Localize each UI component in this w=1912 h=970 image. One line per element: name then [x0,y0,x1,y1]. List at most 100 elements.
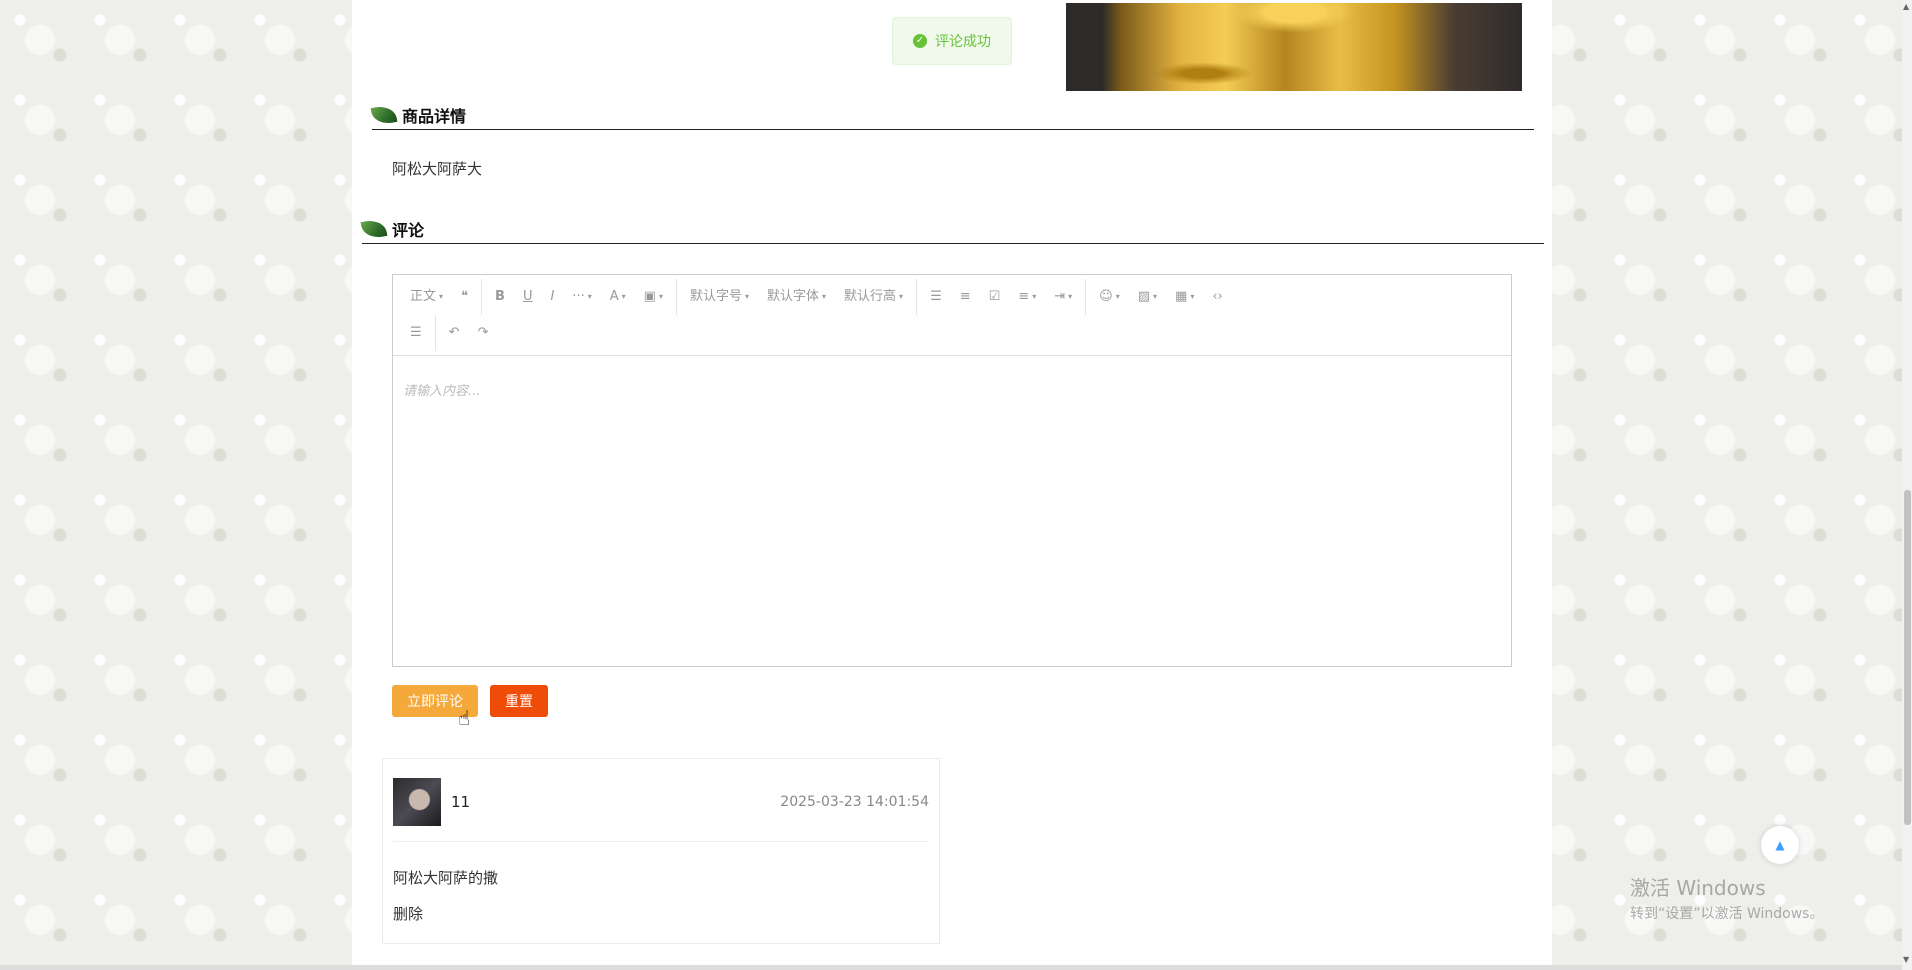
bullet-list-icon: ☰ [930,289,942,304]
bottom-edge [0,965,1902,970]
editor-placeholder: 请输入内容... [403,384,481,399]
undo-icon: ↶ [448,325,460,340]
line-height-select-label: 默认行高 [844,289,897,304]
caret-down-icon: ▾ [1153,292,1158,301]
line-height-select[interactable]: 默认行高 ▾ [835,283,912,311]
editor-content-area[interactable]: 请输入内容... [393,356,1511,666]
avatar [393,778,441,826]
check-circle-icon: ✓ [913,34,927,48]
toolbar-separator [1085,279,1087,315]
comment-header: 11 2025-03-23 14:01:54 [393,777,929,842]
code-icon: ‹› [1212,289,1223,304]
caret-down-icon: ▾ [822,292,827,301]
indent-button[interactable]: ⇥ ▾ [1045,283,1081,311]
comment-section-title: 评论 [392,220,425,240]
divider-icon: ☰ [410,325,422,340]
caret-down-icon: ▾ [1190,292,1195,301]
caret-down-icon: ▾ [621,292,626,301]
font-family-select-label: 默认字体 [767,289,820,304]
indent-icon: ⇥ [1054,289,1066,304]
back-to-top-button[interactable]: ▲ [1761,826,1799,864]
product-page: ✓ 评论成功 商品详情 阿松大阿萨大 评论 正文 ▾ ❝ B U I ··· ▾ A ▾ ▣ ▾ 默认字… [352,0,1552,970]
redo-button[interactable]: ↷ [469,319,498,347]
caret-down-icon: ▾ [744,292,749,301]
italic-button[interactable]: I [541,283,563,311]
numbered-list-icon: ≡ [959,289,971,304]
undo-button[interactable]: ↶ [440,319,469,347]
hand-cursor-icon: ☝ [458,706,471,730]
toolbar-separator [434,315,436,351]
watermark-title: 激活 Windows [1630,876,1766,900]
caret-down-icon: ▾ [1032,292,1037,301]
detail-section-title: 商品详情 [402,106,467,126]
arrow-up-icon: ▲ [1775,838,1785,852]
success-toast: ✓ 评论成功 [892,17,1012,65]
caret-down-icon: ▾ [899,292,904,301]
bg-color-icon: ▣ [643,289,656,304]
divider-button[interactable]: ☰ [401,319,431,347]
toolbar-row-1: 正文 ▾ ❝ B U I ··· ▾ A ▾ ▣ ▾ 默认字号 ▾ 默认字体 ▾ 默认行高 ▾ ☰ ≡ ☑ ≡ ▾ ⇥ ▾ ☺ ▾ ▨… [401,279,1503,315]
blockquote-icon: ❝ [461,289,469,304]
scroll-down-arrow-icon[interactable]: ▼ [1903,955,1909,964]
font-family-select[interactable]: 默认字体 ▾ [758,283,835,311]
font-color-icon: A [609,289,619,304]
editor-toolbar: 正文 ▾ ❝ B U I ··· ▾ A ▾ ▣ ▾ 默认字号 ▾ 默认字体 ▾ 默认行高 ▾ ☰ ≡ ☑ ≡ ▾ ⇥ ▾ ☺ ▾ ▨… [393,275,1511,356]
toolbar-separator [481,279,483,315]
underline-button[interactable]: U [514,283,542,311]
paragraph-select-label: 正文 [410,289,437,304]
todo-icon: ☑ [988,289,1001,304]
product-image [1066,3,1522,91]
image-button[interactable]: ▨ ▾ [1129,283,1166,311]
blockquote-button[interactable]: ❝ [452,283,477,311]
reset-button[interactable]: 重置 [490,685,548,717]
scroll-up-arrow-icon[interactable]: ▲ [1903,2,1909,11]
toast-message: 评论成功 [935,34,991,50]
font-size-select[interactable]: 默认字号 ▾ [681,283,758,311]
bold-icon: B [495,289,505,304]
emoji-icon: ☺ [1099,289,1113,304]
delete-comment-link[interactable]: 删除 [393,903,423,924]
page-scrollbar[interactable]: ▲ ▼ [1902,0,1912,970]
font-color-button[interactable]: A ▾ [601,283,635,311]
toolbar-separator [675,279,677,315]
more-icon: ··· [572,289,585,304]
watermark-subtitle: 转到“设置”以激活 Windows。 [1630,906,1824,922]
underline-icon: U [522,289,533,304]
align-button[interactable]: ≡ ▾ [1009,283,1045,311]
todo-button[interactable]: ☑ [980,283,1010,311]
table-button[interactable]: ▦ ▾ [1166,283,1203,311]
bold-button[interactable]: B [486,283,514,311]
comment-text: 阿松大阿萨的撒 [393,869,499,887]
toolbar-row-2: ☰ ↶ ↷ [401,315,1503,351]
comment-card: 11 2025-03-23 14:01:54 阿松大阿萨的撒 删除 [382,758,940,944]
caret-down-icon: ▾ [439,292,444,301]
comment-username: 11 [451,793,471,811]
scroll-thumb[interactable] [1904,490,1911,825]
detail-section-heading: 商品详情 [370,100,1534,130]
numbered-list-button[interactable]: ≡ [951,283,980,311]
paragraph-select[interactable]: 正文 ▾ [401,283,452,311]
caret-down-icon: ▾ [658,292,663,301]
font-size-select-label: 默认字号 [689,289,742,304]
leaf-icon [360,217,388,240]
align-icon: ≡ [1018,289,1030,304]
windows-activation-watermark: 激活 Windows 转到“设置”以激活 Windows。 [1630,872,1823,923]
italic-icon: I [550,289,555,304]
more-button[interactable]: ··· ▾ [563,283,600,311]
table-icon: ▦ [1175,289,1188,304]
bg-color-button[interactable]: ▣ ▾ [635,283,672,311]
code-button[interactable]: ‹› [1203,283,1231,311]
emoji-button[interactable]: ☺ ▾ [1090,283,1129,311]
comment-time: 2025-03-23 14:01:54 [780,794,929,810]
caret-down-icon: ▾ [587,292,592,301]
toolbar-separator [916,279,918,315]
comment-section-heading: 评论 [360,214,1544,244]
redo-icon: ↷ [477,325,489,340]
image-icon: ▨ [1137,289,1150,304]
caret-down-icon: ▾ [1115,292,1120,301]
rich-text-editor: 正文 ▾ ❝ B U I ··· ▾ A ▾ ▣ ▾ 默认字号 ▾ 默认字体 ▾ 默认行高 ▾ ☰ ≡ ☑ ≡ ▾ ⇥ ▾ ☺ ▾ ▨… [392,274,1512,667]
caret-down-icon: ▾ [1068,292,1073,301]
bullet-list-button[interactable]: ☰ [921,283,951,311]
product-detail-text: 阿松大阿萨大 [392,160,483,178]
leaf-icon [370,103,398,126]
